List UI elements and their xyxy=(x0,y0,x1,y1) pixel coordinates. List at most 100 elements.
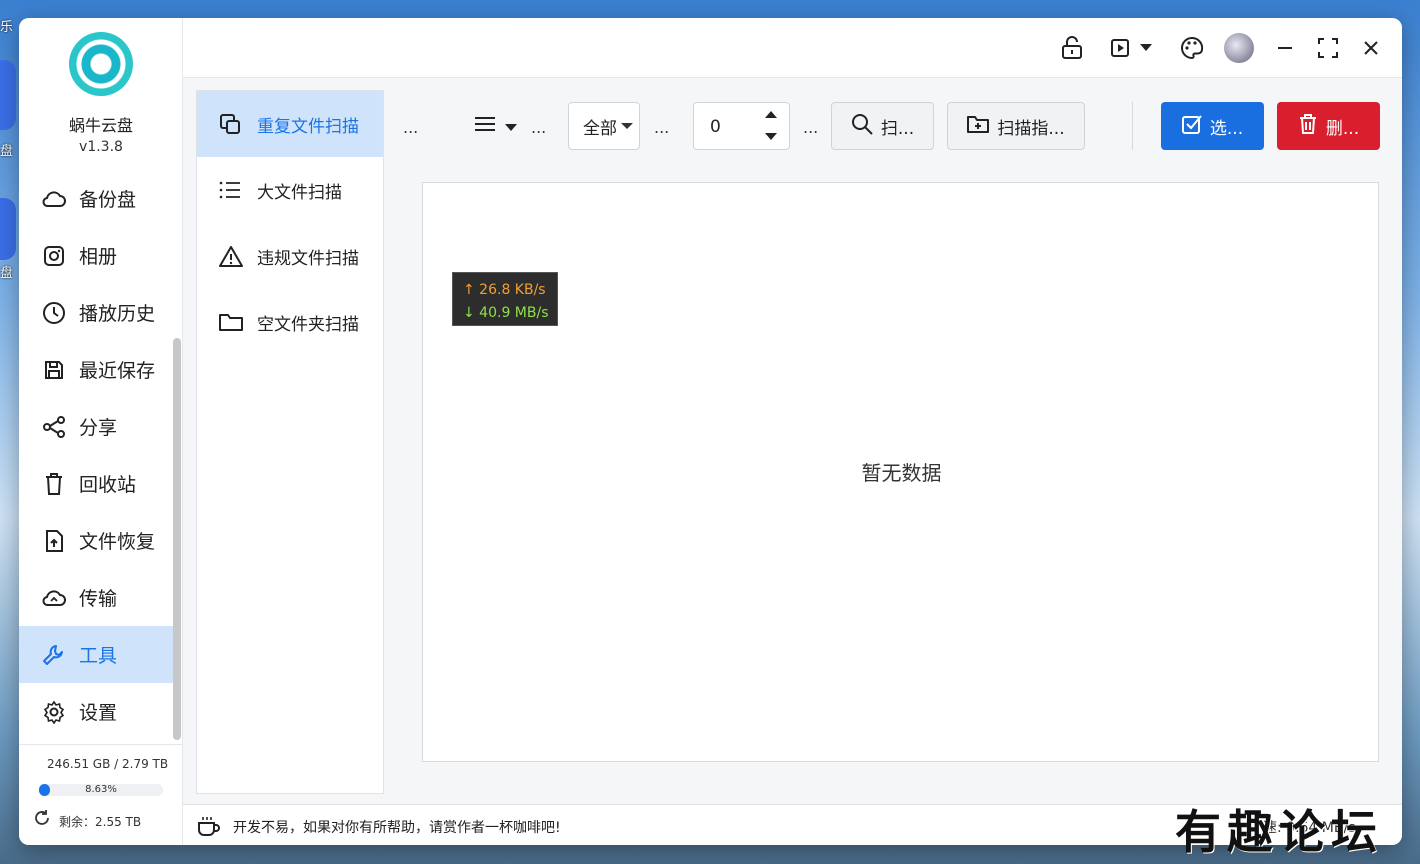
sidebar-item-file-restore[interactable]: 文件恢复 xyxy=(19,512,173,569)
search-icon xyxy=(851,113,873,140)
desktop-edge: 乐 盘 盘 xyxy=(0,0,20,864)
transfer-icon xyxy=(41,585,67,611)
empty-state-text: 暂无数据 xyxy=(861,461,942,485)
sidebar-item-recent[interactable]: 最近保存 xyxy=(19,341,173,398)
watermark: 有趣论坛 xyxy=(1175,805,1383,859)
cloud-icon xyxy=(41,186,67,212)
chevron-down-icon xyxy=(621,123,633,129)
stepper-up-icon[interactable] xyxy=(763,107,779,123)
coffee-icon[interactable] xyxy=(197,815,221,837)
trash-icon xyxy=(41,471,67,497)
title-bar xyxy=(183,18,1402,78)
number-stepper[interactable]: 0 xyxy=(693,102,790,150)
scan-button[interactable]: 扫... xyxy=(831,102,934,150)
delete-button-label: 删... xyxy=(1325,118,1360,139)
desktop-icon[interactable] xyxy=(0,60,16,130)
scan-folder-button[interactable]: 扫描指... xyxy=(947,102,1085,150)
share-icon xyxy=(41,414,67,440)
tool-item-violation-scan[interactable]: 违规文件扫描 xyxy=(197,223,383,289)
sidebar-scrollbar[interactable] xyxy=(173,338,181,740)
tool-item-empty-folder-scan[interactable]: 空文件夹扫描 xyxy=(197,289,383,355)
download-speed: ↓ 40.9 MB/s xyxy=(463,305,549,321)
sidebar-item-history[interactable]: 播放历史 xyxy=(19,284,173,341)
number-stepper-value[interactable]: 0 xyxy=(710,117,721,137)
folder-add-icon xyxy=(967,114,990,139)
sidebar-item-label: 分享 xyxy=(79,417,118,439)
dropdown-icon[interactable] xyxy=(1136,34,1156,62)
tool-item-label: 大文件扫描 xyxy=(257,182,342,203)
play-icon[interactable] xyxy=(1106,34,1134,62)
tool-item-duplicate-scan[interactable]: 重复文件扫描 xyxy=(197,91,383,157)
delete-button[interactable]: 删... xyxy=(1277,102,1380,150)
unlock-icon[interactable] xyxy=(1058,34,1086,62)
sidebar-item-label: 相册 xyxy=(79,246,118,268)
scan-button-label: 扫... xyxy=(880,118,915,139)
storage-percent: 8.63% xyxy=(85,784,117,795)
sidebar-item-transfer[interactable]: 传输 xyxy=(19,569,173,626)
save-icon xyxy=(41,357,67,383)
trash-icon xyxy=(1298,113,1318,140)
stepper-down-icon[interactable] xyxy=(763,129,779,145)
sidebar-item-label: 播放历史 xyxy=(79,303,156,325)
sidebar-item-label: 回收站 xyxy=(79,474,137,496)
app-version: v1.3.8 xyxy=(79,139,123,155)
app-logo xyxy=(69,32,133,96)
menu-icon xyxy=(475,116,495,136)
select-button-label: 选... xyxy=(1209,118,1244,139)
scan-folder-button-label: 扫描指... xyxy=(997,118,1065,139)
tool-item-large-file-scan[interactable]: 大文件扫描 xyxy=(197,157,383,223)
tool-item-label: 违规文件扫描 xyxy=(257,248,359,269)
file-restore-icon xyxy=(41,528,67,554)
sidebar-item-backup[interactable]: 备份盘 xyxy=(19,170,173,227)
sidebar-item-album[interactable]: 相册 xyxy=(19,227,173,284)
sidebar-item-settings[interactable]: 设置 xyxy=(19,683,173,740)
storage-info: 246.51 GB / 2.79 TB 8.63% 剩余：2.55 TB xyxy=(19,744,183,829)
sidebar-nav: 备份盘 相册 播放历史 最近保存 分享 回收站 文件恢复 传输 工具 设置 xyxy=(19,170,173,740)
view-mode-menu[interactable] xyxy=(475,112,527,140)
sidebar-item-label: 设置 xyxy=(79,702,118,724)
desktop-icon-label: 盘 xyxy=(0,144,14,159)
toolbar-ellipsis[interactable]: ... xyxy=(803,118,818,137)
sidebar-item-label: 最近保存 xyxy=(79,360,156,382)
network-speed-widget: ↑ 26.8 KB/s ↓ 40.9 MB/s xyxy=(452,272,558,326)
desktop-icon-label: 盘 xyxy=(0,266,14,281)
camera-icon xyxy=(41,243,67,269)
desktop-icon-label: 乐 xyxy=(0,20,14,35)
storage-remaining: 剩余：2.55 TB xyxy=(59,815,142,829)
avatar[interactable] xyxy=(1223,32,1255,64)
desktop-icon[interactable] xyxy=(0,198,16,260)
maximize-icon[interactable] xyxy=(1314,34,1342,62)
sidebar-item-tools[interactable]: 工具 xyxy=(19,626,173,683)
palette-icon[interactable] xyxy=(1178,34,1206,62)
toolbar-ellipsis[interactable]: ... xyxy=(531,118,546,137)
toolbar-ellipsis[interactable]: ... xyxy=(403,118,418,137)
scan-toolbar: ... ... 全部 ... 0 ... 扫... 扫描指... 选... 删.… xyxy=(403,102,1383,150)
sidebar-item-share[interactable]: 分享 xyxy=(19,398,173,455)
toolbar-ellipsis[interactable]: ... xyxy=(654,118,669,137)
close-icon[interactable] xyxy=(1357,34,1385,62)
select-button[interactable]: 选... xyxy=(1161,102,1264,150)
sidebar-item-label: 传输 xyxy=(79,588,118,610)
list-icon xyxy=(219,181,245,199)
minimize-icon[interactable] xyxy=(1271,34,1299,62)
upload-speed: ↑ 26.8 KB/s xyxy=(463,282,546,298)
clock-icon xyxy=(41,300,67,326)
filter-select[interactable]: 全部 xyxy=(568,102,640,150)
storage-progress-bar: 8.63% xyxy=(39,784,163,796)
sidebar-item-recycle[interactable]: 回收站 xyxy=(19,455,173,512)
gear-icon xyxy=(41,699,67,725)
main-content: 重复文件扫描 大文件扫描 违规文件扫描 空文件夹扫描 ... ... 全部 ..… xyxy=(183,78,1402,804)
toolbar-divider xyxy=(1132,102,1133,150)
tool-item-label: 重复文件扫描 xyxy=(257,116,359,137)
user-avatar-image xyxy=(1224,33,1254,63)
sidebar-item-label: 备份盘 xyxy=(79,189,137,211)
copy-icon xyxy=(219,113,245,135)
chevron-down-icon xyxy=(505,117,517,136)
tool-item-label: 空文件夹扫描 xyxy=(257,314,359,335)
tools-nav: 重复文件扫描 大文件扫描 违规文件扫描 空文件夹扫描 xyxy=(196,90,384,794)
donate-message[interactable]: 开发不易，如果对你有所帮助，请赏作者一杯咖啡吧! xyxy=(233,817,561,837)
filter-select-value: 全部 xyxy=(583,118,617,139)
warning-icon xyxy=(219,245,245,267)
wrench-icon xyxy=(41,642,67,668)
refresh-icon[interactable] xyxy=(33,809,51,827)
